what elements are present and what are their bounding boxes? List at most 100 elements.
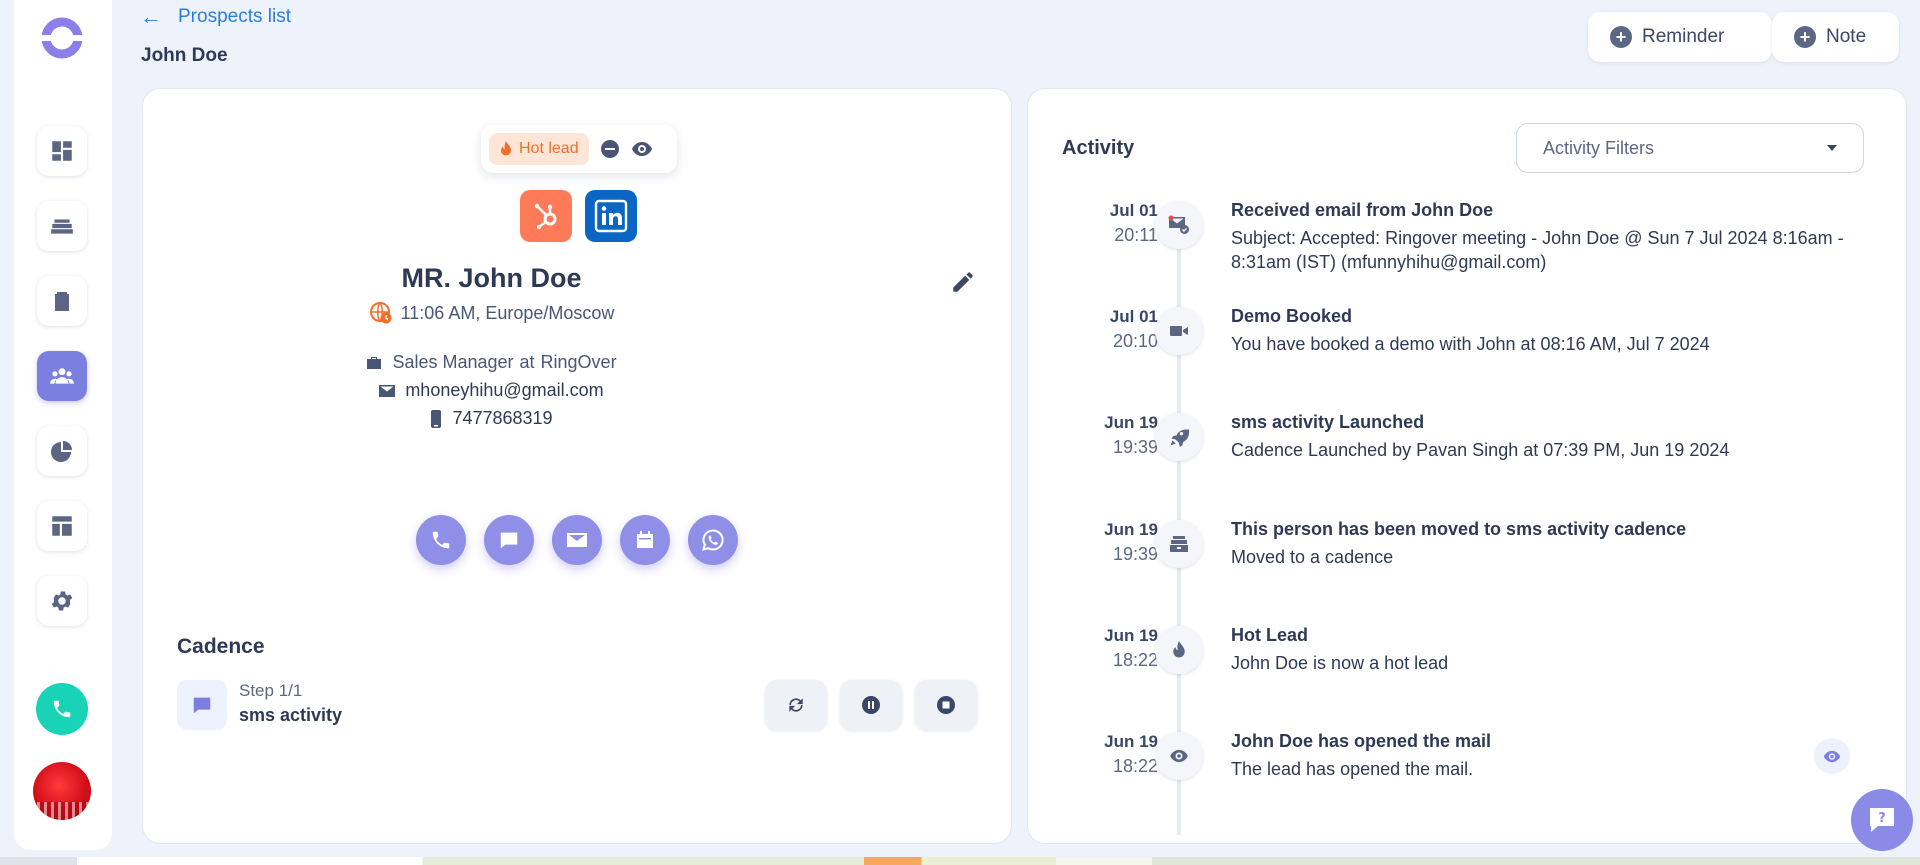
hubspot-icon — [534, 203, 557, 229]
eye-icon — [1823, 750, 1841, 762]
caret-down-icon — [1827, 145, 1837, 151]
cadence-type-badge — [177, 680, 227, 730]
reminder-label: Reminder — [1642, 26, 1725, 47]
activity-time: 18:22 — [1112, 756, 1158, 776]
phone-info: 7477868319 — [143, 408, 840, 429]
gear-icon — [51, 591, 73, 611]
back-to-prospects-link[interactable]: ← Prospects list — [140, 6, 291, 28]
inbox-icon — [51, 219, 73, 234]
sidebar-item-settings[interactable] — [37, 576, 87, 626]
call-button[interactable] — [416, 515, 466, 565]
activity-icon-badge — [1155, 520, 1203, 568]
activity-time: 20:11 — [1114, 225, 1158, 245]
activity-date: Jul 01 — [1109, 201, 1158, 220]
activity-time: 20:10 — [1112, 331, 1158, 351]
activity-filter-label: Activity Filters — [1543, 137, 1655, 158]
sidebar-item-dashboard[interactable] — [37, 126, 87, 176]
people-icon — [50, 368, 74, 384]
hubspot-link[interactable] — [520, 190, 572, 242]
sidebar — [14, 0, 112, 850]
video-icon — [1170, 326, 1188, 336]
view-email-button[interactable] — [1814, 738, 1850, 774]
linkedin-link[interactable] — [585, 190, 637, 242]
help-chat-icon: ? — [1870, 808, 1894, 832]
activity-icon-badge — [1155, 413, 1203, 461]
email-address[interactable]: mhoneyhihu@gmail.com — [405, 380, 603, 401]
edit-prospect-button[interactable] — [950, 269, 976, 295]
os-taskbar-strip — [0, 857, 1920, 865]
local-time: 11:06 AM, Europe/Moscow — [143, 301, 840, 325]
change-cadence-button[interactable] — [765, 680, 827, 730]
email-button[interactable] — [552, 515, 602, 565]
sidebar-item-tasks[interactable] — [37, 276, 87, 326]
dialer-button[interactable] — [36, 683, 88, 735]
sms-icon — [193, 697, 211, 714]
activity-title: sms activity Launched — [1231, 412, 1425, 432]
cadence-step: Step 1/1 — [239, 681, 303, 700]
globe-clock-icon — [369, 302, 392, 324]
user-avatar[interactable] — [33, 762, 91, 820]
rocket-icon — [1170, 429, 1189, 447]
activity-time: 19:39 — [1112, 437, 1158, 457]
linkedin-icon — [594, 199, 628, 233]
sms-button[interactable] — [484, 515, 534, 565]
hot-lead-tag[interactable]: Hot lead — [489, 133, 589, 165]
pause-cadence-button[interactable] — [840, 680, 902, 730]
activity-icon-badge — [1155, 201, 1203, 249]
prospect-card: Hot lead MR. John Doe 11:06 AM, Europe/M… — [142, 88, 1012, 844]
activity-description: John Doe is now a hot lead — [1231, 653, 1449, 673]
prospect-name: MR. John Doe — [401, 263, 582, 293]
remove-tag-button[interactable] — [599, 138, 621, 160]
mail-icon — [379, 384, 396, 397]
add-reminder-button[interactable]: + Reminder — [1588, 12, 1772, 62]
sidebar-item-prospects[interactable] — [37, 351, 87, 401]
hot-lead-label: Hot lead — [519, 140, 579, 157]
add-note-button[interactable]: + Note — [1772, 12, 1899, 62]
clipboard-icon — [55, 292, 69, 311]
mail-received-icon — [1168, 215, 1189, 234]
whatsapp-button[interactable] — [688, 515, 738, 565]
schedule-button[interactable] — [620, 515, 670, 565]
dashboard-icon — [52, 141, 72, 161]
eye-icon — [631, 142, 652, 156]
plus-circle-icon: + — [1794, 26, 1816, 48]
watch-button[interactable] — [631, 138, 653, 160]
briefcase-icon — [367, 356, 382, 369]
phone-number[interactable]: 7477868319 — [452, 408, 552, 429]
whatsapp-icon — [702, 529, 724, 551]
activity-icon-badge — [1155, 732, 1203, 780]
activity-date: Jun 19 — [1104, 520, 1158, 539]
chat-icon — [500, 532, 518, 549]
activity-description: Cadence Launched by Pavan Singh at 07:39… — [1231, 440, 1730, 460]
activity-icon-badge — [1155, 626, 1203, 674]
activity-description: The lead has opened the mail. — [1231, 759, 1474, 779]
activity-title: Demo Booked — [1231, 306, 1353, 326]
pause-icon — [862, 696, 880, 714]
job-info: Sales Manager at RingOver — [143, 352, 840, 373]
activity-title: John Doe has opened the mail — [1231, 731, 1492, 751]
local-time-text: 11:06 AM, Europe/Moscow — [400, 302, 615, 323]
stop-cadence-button[interactable] — [915, 680, 977, 730]
sidebar-item-templates[interactable] — [37, 501, 87, 551]
activity-icon-badge — [1155, 307, 1203, 355]
eye-icon — [1170, 749, 1188, 763]
minus-circle-icon — [600, 140, 619, 158]
cadence-heading: Cadence — [177, 635, 265, 658]
help-chat-button[interactable]: ? — [1851, 789, 1913, 851]
sidebar-item-reports[interactable] — [37, 426, 87, 476]
back-link-label: Prospects list — [178, 6, 291, 27]
ringover-logo[interactable] — [38, 14, 86, 62]
company-name[interactable]: RingOver — [541, 352, 617, 373]
fire-icon — [1173, 640, 1185, 658]
cadence-name[interactable]: sms activity — [239, 705, 342, 726]
fire-icon — [501, 141, 511, 156]
phone-icon — [53, 700, 71, 718]
activity-time: 18:22 — [1112, 650, 1158, 670]
phone-icon — [432, 531, 450, 549]
activity-filter-select[interactable]: Activity Filters — [1516, 123, 1864, 173]
activity-time: 19:39 — [1112, 544, 1158, 564]
activity-date: Jun 19 — [1104, 413, 1158, 432]
activity-heading: Activity — [1062, 137, 1135, 159]
activity-title: This person has been moved to sms activi… — [1231, 519, 1687, 539]
sidebar-item-inbox[interactable] — [37, 201, 87, 251]
